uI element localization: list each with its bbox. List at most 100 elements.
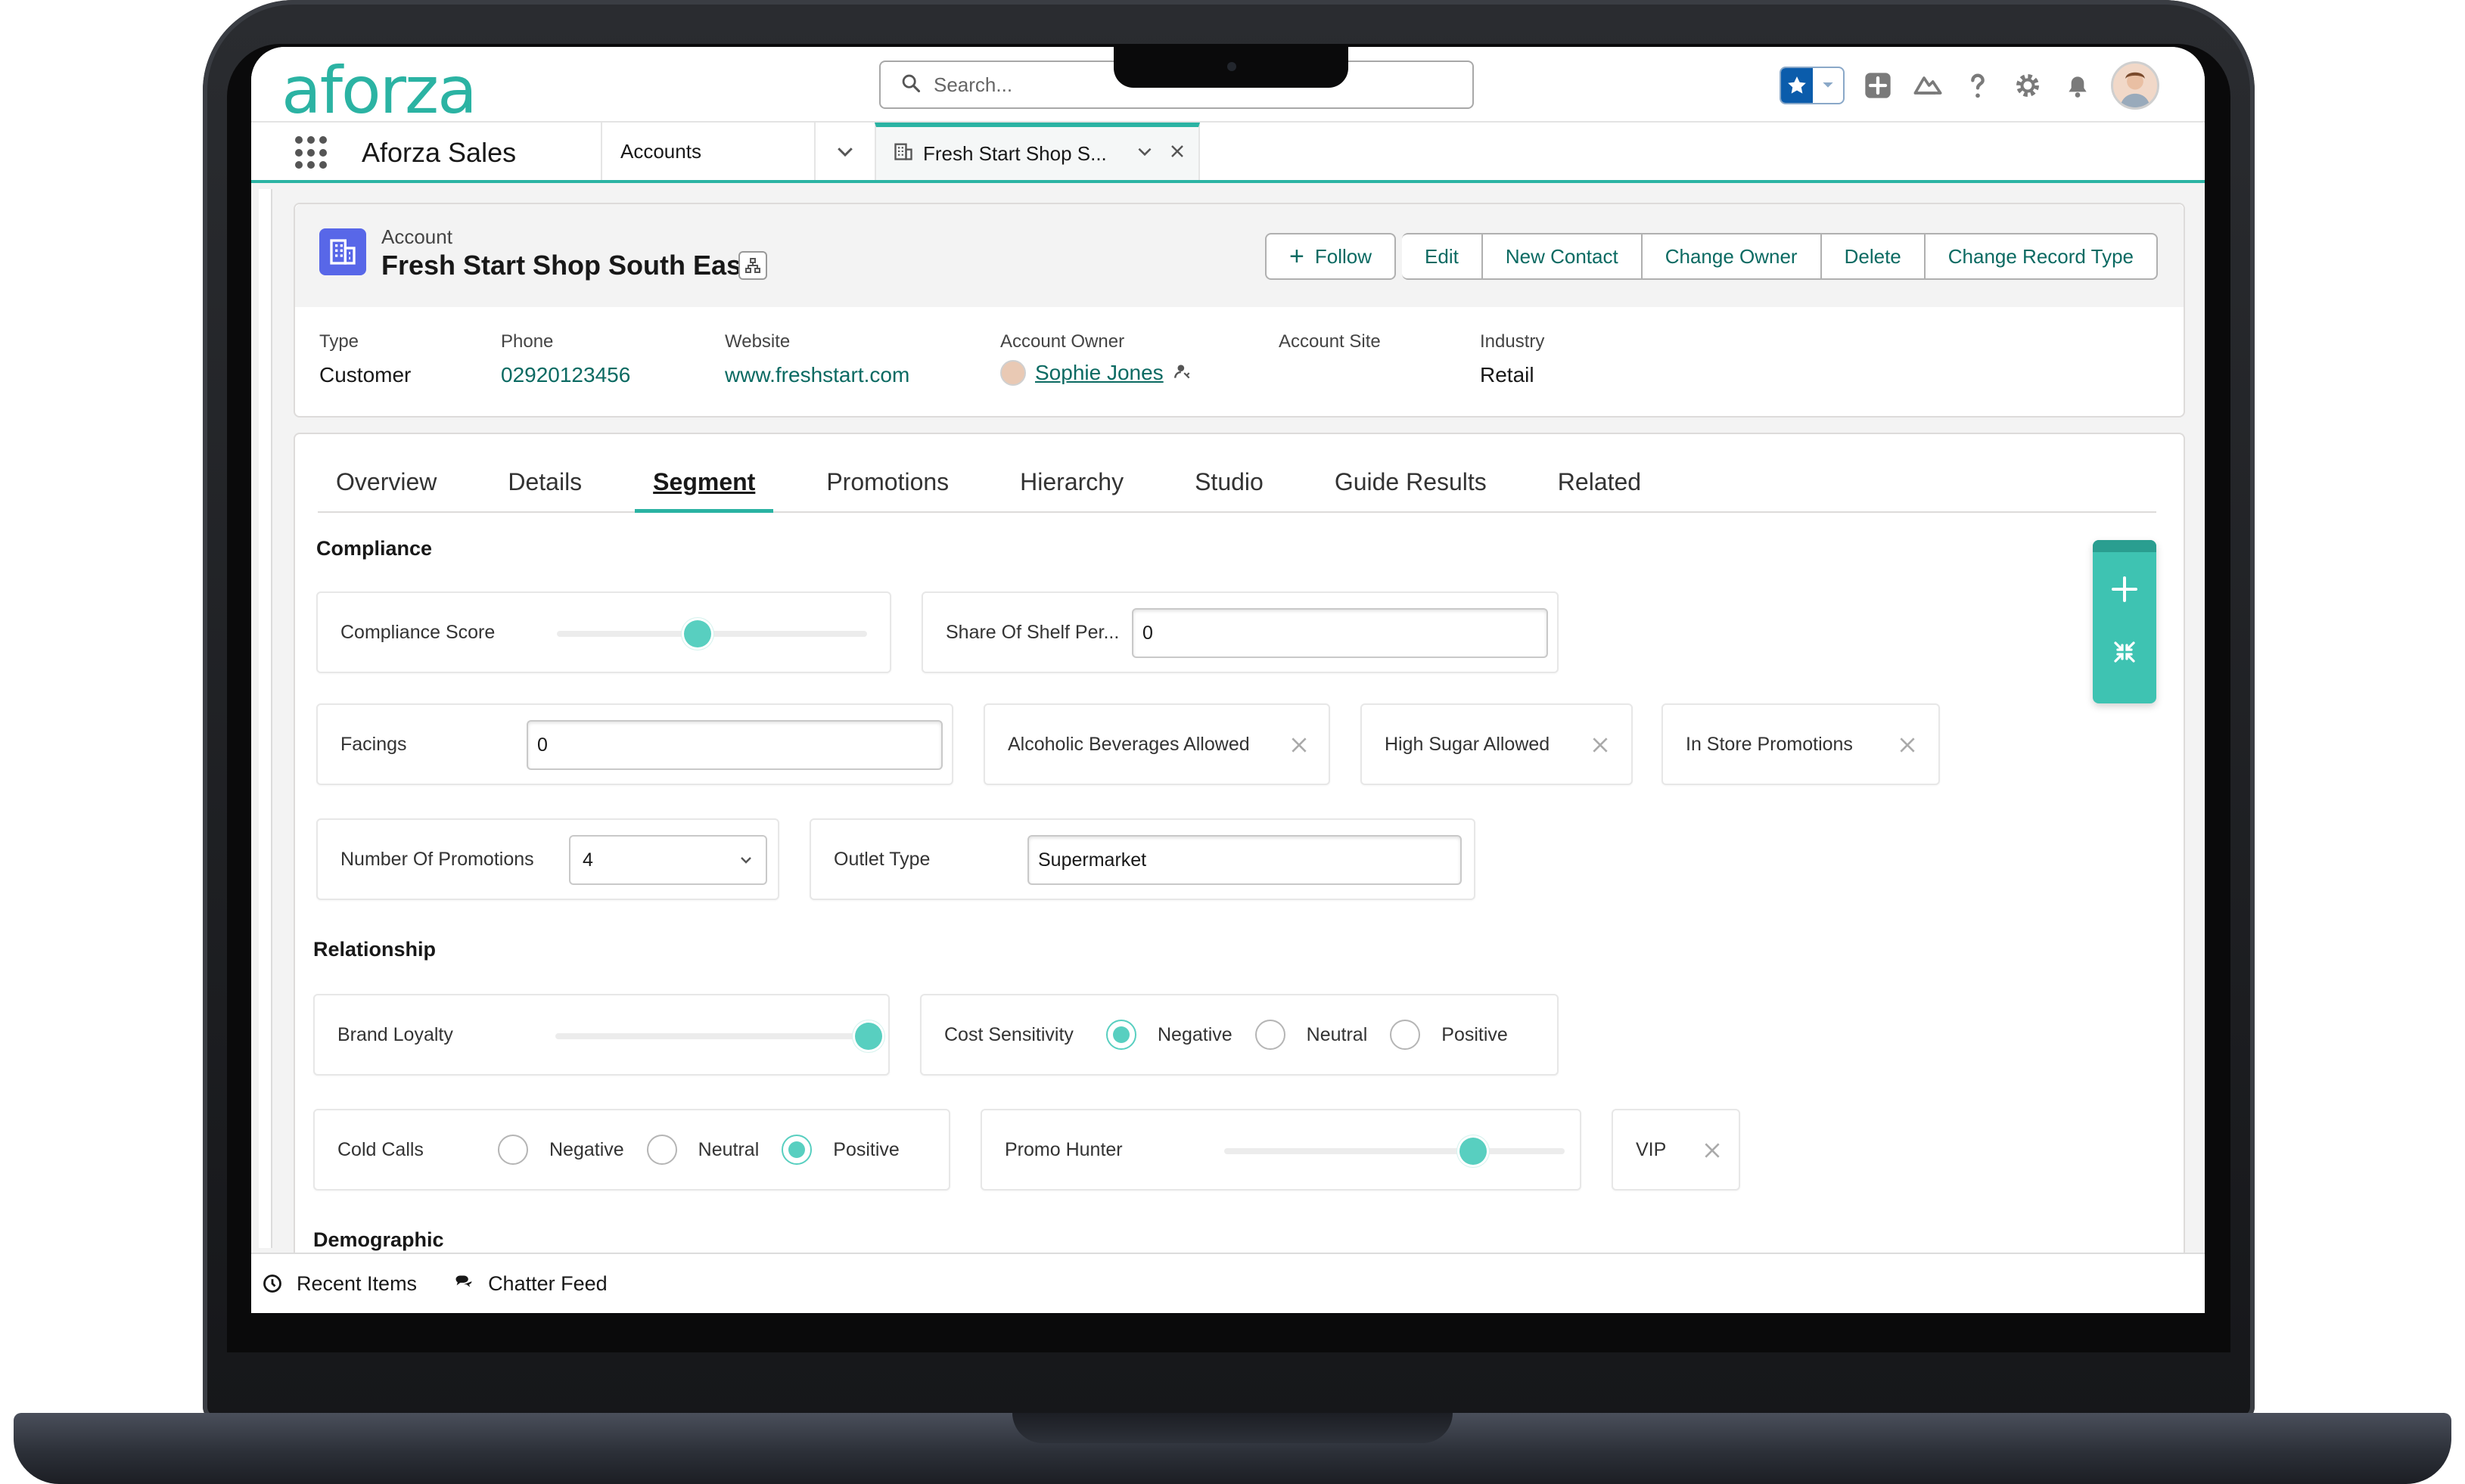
record-name: Fresh Start Shop South East bbox=[381, 250, 751, 281]
field-in-store-promotions: In Store Promotions bbox=[1661, 703, 1940, 785]
chevron-down-icon bbox=[741, 857, 751, 864]
tab-related[interactable]: Related bbox=[1540, 467, 1659, 513]
workspace-tab-label: Fresh Start Shop S... bbox=[923, 141, 1107, 165]
left-rail-toggle[interactable] bbox=[259, 189, 272, 1248]
tab-hierarchy[interactable]: Hierarchy bbox=[1002, 467, 1142, 513]
app-nav-bar: Aforza Sales Accounts Fresh Start Shop S… bbox=[251, 123, 2205, 183]
compliance-score-slider[interactable] bbox=[557, 620, 867, 647]
change-owner-button[interactable]: Change Owner bbox=[1642, 233, 1822, 280]
field-high-sugar: High Sugar Allowed bbox=[1360, 703, 1633, 785]
app-name: Aforza Sales bbox=[362, 137, 517, 168]
record-page: Account Fresh Start Shop South East + Fo… bbox=[251, 183, 2205, 1265]
gear-icon[interactable] bbox=[2011, 69, 2044, 102]
drag-handle[interactable] bbox=[2093, 540, 2156, 552]
field-number-of-promotions: Number Of Promotions 4 bbox=[316, 818, 779, 900]
phone-link[interactable]: 02920123456 bbox=[501, 363, 725, 387]
star-icon bbox=[1781, 68, 1813, 103]
favorites-button[interactable] bbox=[1780, 67, 1845, 104]
recent-items-button[interactable]: Recent Items bbox=[262, 1272, 417, 1296]
chevron-down-icon[interactable] bbox=[1813, 81, 1843, 90]
cost-sensitivity-negative-radio[interactable] bbox=[1106, 1020, 1136, 1050]
chatter-feed-button[interactable]: Chatter Feed bbox=[453, 1272, 608, 1296]
edit-button[interactable]: Edit bbox=[1402, 233, 1483, 280]
plus-icon: + bbox=[1289, 242, 1304, 271]
facings-input[interactable] bbox=[527, 720, 943, 770]
workspace-tab-account[interactable]: Fresh Start Shop S... bbox=[875, 123, 1200, 180]
section-demographic: Demographic bbox=[313, 1228, 444, 1251]
follow-button[interactable]: + Follow bbox=[1265, 233, 1397, 280]
add-icon[interactable] bbox=[2109, 574, 2140, 608]
global-actions-icon[interactable] bbox=[1861, 69, 1895, 102]
highlight-website: Website www.freshstart.com bbox=[725, 331, 1000, 387]
hierarchy-icon[interactable] bbox=[738, 251, 767, 280]
delete-button[interactable]: Delete bbox=[1821, 233, 1926, 280]
camera-notch bbox=[1114, 47, 1348, 88]
owner-link[interactable]: Sophie Jones bbox=[1035, 361, 1164, 385]
cold-calls-negative-radio[interactable] bbox=[498, 1135, 528, 1165]
close-tab-icon[interactable] bbox=[1168, 142, 1186, 166]
cold-calls-neutral-radio[interactable] bbox=[646, 1135, 677, 1165]
nav-menu-chevron-down-icon[interactable] bbox=[814, 123, 875, 180]
share-of-shelf-input[interactable] bbox=[1132, 608, 1548, 658]
promo-hunter-slider-thumb[interactable] bbox=[1459, 1138, 1487, 1165]
field-outlet-type: Outlet Type bbox=[810, 818, 1475, 900]
promo-hunter-slider[interactable] bbox=[1224, 1138, 1565, 1165]
floating-action-panel bbox=[2093, 540, 2156, 703]
section-relationship: Relationship bbox=[313, 938, 437, 961]
cost-sensitivity-positive-radio[interactable] bbox=[1390, 1020, 1421, 1050]
highlight-owner: Account Owner Sophie Jones bbox=[1000, 331, 1279, 387]
cold-calls-radio-group: Negative Neutral Positive bbox=[498, 1135, 922, 1165]
tab-details[interactable]: Details bbox=[490, 467, 600, 513]
tab-chevron-down-icon[interactable] bbox=[1135, 141, 1155, 166]
close-icon[interactable] bbox=[1289, 735, 1309, 755]
close-icon[interactable] bbox=[1702, 1141, 1722, 1160]
tab-bar: Overview Details Segment Promotions Hierarch… bbox=[318, 434, 2156, 513]
tab-segment[interactable]: Segment bbox=[635, 467, 774, 513]
header-icons bbox=[1780, 61, 2159, 110]
website-link[interactable]: www.freshstart.com bbox=[725, 363, 1000, 387]
app-launcher-icon[interactable] bbox=[295, 136, 328, 169]
tab-promotions[interactable]: Promotions bbox=[808, 467, 967, 513]
collapse-icon[interactable] bbox=[2111, 638, 2138, 669]
cost-sensitivity-neutral-radio[interactable] bbox=[1254, 1020, 1285, 1050]
tab-studio[interactable]: Studio bbox=[1177, 467, 1282, 513]
cold-calls-positive-radio[interactable] bbox=[782, 1135, 813, 1165]
follow-label: Follow bbox=[1314, 244, 1372, 268]
close-icon[interactable] bbox=[1590, 735, 1610, 755]
field-promo-hunter: Promo Hunter bbox=[981, 1109, 1581, 1191]
compliance-score-slider-thumb[interactable] bbox=[684, 620, 712, 647]
screen: aforza Search... Aforza Sales Accounts F… bbox=[251, 47, 2205, 1313]
record-object-type: Account bbox=[381, 225, 452, 248]
tab-overview[interactable]: Overview bbox=[318, 467, 455, 513]
new-contact-button[interactable]: New Contact bbox=[1482, 233, 1643, 280]
field-cold-calls: Cold Calls Negative Neutral Positive bbox=[313, 1109, 950, 1191]
nav-item-accounts[interactable]: Accounts bbox=[601, 123, 814, 180]
help-icon[interactable] bbox=[1961, 69, 1994, 102]
brand-loyalty-slider[interactable] bbox=[555, 1023, 882, 1050]
account-icon bbox=[319, 228, 366, 275]
trailhead-icon[interactable] bbox=[1911, 69, 1944, 102]
highlight-account-site: Account Site bbox=[1279, 331, 1381, 352]
brand-loyalty-slider-thumb[interactable] bbox=[855, 1023, 882, 1050]
highlights-panel: Type Customer Phone 02920123456 Website … bbox=[319, 331, 1661, 387]
field-vip: VIP bbox=[1612, 1109, 1740, 1191]
notification-bell-icon[interactable] bbox=[2061, 69, 2094, 102]
number-of-promotions-select[interactable]: 4 bbox=[569, 835, 767, 885]
outlet-type-input[interactable] bbox=[1027, 835, 1462, 885]
highlight-type: Type Customer bbox=[319, 331, 412, 387]
highlight-industry: Industry Retail bbox=[1480, 331, 1545, 387]
cost-sensitivity-radio-group: Negative Neutral Positive bbox=[1106, 1020, 1531, 1050]
change-record-type-button[interactable]: Change Record Type bbox=[1925, 233, 2158, 280]
search-icon bbox=[900, 73, 922, 98]
chatter-icon bbox=[455, 1275, 472, 1287]
field-compliance-score: Compliance Score bbox=[316, 591, 891, 673]
tab-guide-results[interactable]: Guide Results bbox=[1316, 467, 1505, 513]
close-icon[interactable] bbox=[1898, 735, 1917, 755]
aforza-logo[interactable]: aforza bbox=[281, 53, 477, 129]
number-of-promotions-value: 4 bbox=[583, 849, 593, 871]
record-header: Account Fresh Start Shop South East + Fo… bbox=[294, 203, 2185, 418]
user-avatar[interactable] bbox=[2111, 61, 2159, 110]
field-alcoholic-beverages: Alcoholic Beverages Allowed bbox=[984, 703, 1330, 785]
record-tabs-card: Overview Details Segment Promotions Hierarch… bbox=[294, 433, 2185, 1265]
change-owner-icon[interactable] bbox=[1173, 362, 1192, 385]
